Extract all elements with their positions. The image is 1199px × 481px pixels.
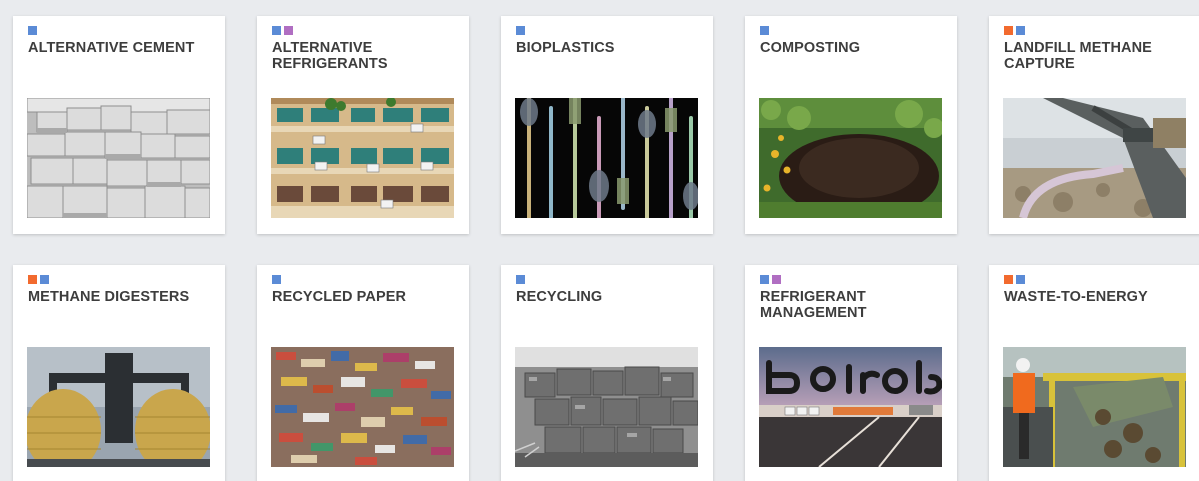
tag-purple (772, 275, 781, 284)
plastic-cutlery-image (515, 98, 698, 218)
card-title: COMPOSTING (760, 40, 861, 56)
sector-tags (28, 26, 37, 35)
compost-pile-image (759, 98, 942, 218)
tag-blue (1016, 275, 1025, 284)
card-waste-to-energy[interactable]: WASTE-TO-ENERGY (989, 265, 1199, 481)
card-composting[interactable]: COMPOSTING (745, 16, 957, 234)
card-recycling[interactable]: RECYCLING (501, 265, 713, 481)
landfill-pipe-image (1003, 98, 1186, 218)
tag-blue (516, 275, 525, 284)
card-title: RECYCLED PAPER (272, 289, 407, 305)
cement-blocks-svg (27, 98, 210, 218)
crushed-metal-bales-image (515, 347, 698, 467)
cement-blocks-image (27, 98, 210, 218)
crushed-metal-bales-svg (515, 347, 698, 467)
sector-tags (272, 26, 293, 35)
card-title: METHANE DIGESTERS (28, 289, 190, 305)
card-title: REFRIGERANT MANAGEMENT (760, 289, 867, 321)
sector-tags (272, 275, 281, 284)
compost-pile-svg (759, 98, 942, 218)
apartment-air-conditioners-image (271, 98, 454, 218)
card-refrigerant-management[interactable]: REFRIGERANT MANAGEMENT (745, 265, 957, 481)
landfill-pipe-svg (1003, 98, 1186, 218)
card-title: BIOPLASTICS (516, 40, 615, 56)
tag-blue (272, 275, 281, 284)
sector-tags (516, 26, 525, 35)
tag-blue (516, 26, 525, 35)
tag-blue (28, 26, 37, 35)
sector-tags (28, 275, 49, 284)
tag-purple (284, 26, 293, 35)
card-methane-digesters[interactable]: METHANE DIGESTERS (13, 265, 225, 481)
tag-blue (1016, 26, 1025, 35)
digester-eggs-svg (27, 347, 210, 467)
card-title: LANDFILL METHANE CAPTURE (1004, 40, 1152, 72)
apartment-building-svg (271, 98, 454, 218)
sector-tags (1004, 275, 1025, 284)
card-alternative-refrigerants[interactable]: ALTERNATIVE REFRIGERANTS (257, 16, 469, 234)
sector-tags (760, 26, 769, 35)
shredded-paper-image (271, 347, 454, 467)
rooftop-sign-image (759, 347, 942, 467)
sector-tags (516, 275, 525, 284)
card-alternative-cement[interactable]: ALTERNATIVE CEMENT (13, 16, 225, 234)
sector-tags (1004, 26, 1025, 35)
plastic-cutlery-svg (515, 98, 698, 218)
tag-blue (40, 275, 49, 284)
tag-blue (760, 275, 769, 284)
card-landfill-methane-capture[interactable]: LANDFILL METHANE CAPTURE (989, 16, 1199, 234)
tag-blue (760, 26, 769, 35)
tag-orange (28, 275, 37, 284)
card-bioplastics[interactable]: BIOPLASTICS (501, 16, 713, 234)
solutions-grid: ALTERNATIVE CEMENT ALTERNATIVE REFRIGERA… (0, 0, 1199, 481)
sector-tags (760, 275, 781, 284)
tag-blue (272, 26, 281, 35)
card-title: ALTERNATIVE REFRIGERANTS (272, 40, 388, 72)
waste-facility-image (1003, 347, 1186, 467)
digester-eggs-image (27, 347, 210, 467)
rooftop-sign-svg (759, 347, 942, 467)
tag-orange (1004, 275, 1013, 284)
card-recycled-paper[interactable]: RECYCLED PAPER (257, 265, 469, 481)
card-title: ALTERNATIVE CEMENT (28, 40, 195, 56)
card-title: WASTE-TO-ENERGY (1004, 289, 1148, 305)
card-title: RECYCLING (516, 289, 603, 305)
waste-facility-svg (1003, 347, 1186, 467)
shredded-paper-svg (271, 347, 454, 467)
tag-orange (1004, 26, 1013, 35)
